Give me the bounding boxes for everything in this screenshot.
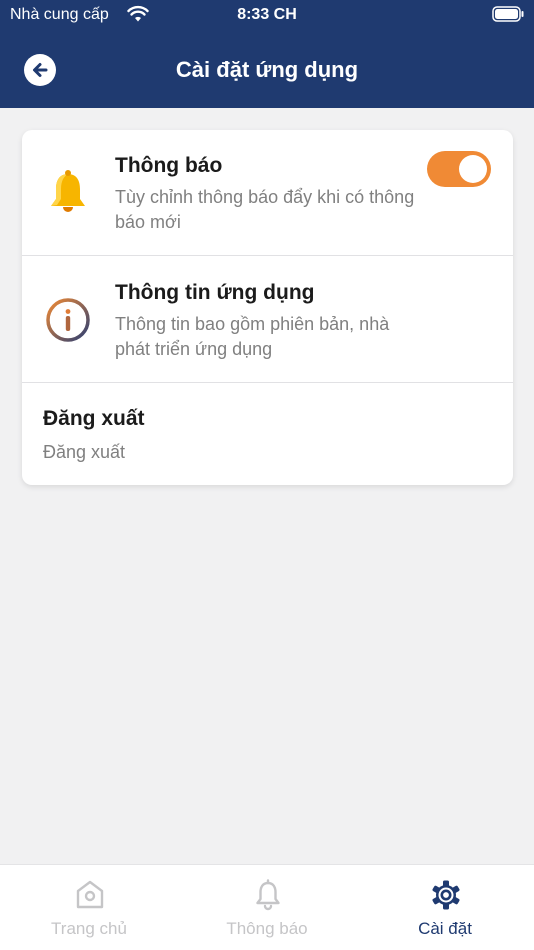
header: Nhà cung cấp 8:33 CH Cài đặt ứng dụng	[0, 0, 534, 108]
bell-icon	[51, 170, 85, 212]
status-bar: Nhà cung cấp 8:33 CH	[0, 0, 534, 30]
notification-description: Tùy chỉnh thông báo đẩy khi có thông báo…	[115, 187, 415, 232]
logout-description: Đăng xuất	[43, 442, 126, 462]
tab-settings[interactable]: Cài đặt	[356, 865, 534, 950]
tab-bar: Trang chủ Thông báo Cài đặt	[0, 864, 534, 950]
toggle-knob	[459, 155, 487, 183]
page-title: Cài đặt ứng dụng	[175, 57, 359, 82]
nav-bar: Cài đặt ứng dụng	[0, 40, 534, 100]
tab-home[interactable]: Trang chủ	[0, 865, 178, 950]
logout-title: Đăng xuất	[43, 407, 145, 430]
settings-item-notification[interactable]: Thông báo Tùy chỉnh thông báo đẩy khi có…	[22, 130, 513, 256]
notification-title: Thông báo	[115, 154, 223, 177]
settings-item-logout[interactable]: Đăng xuất Đăng xuất	[22, 383, 513, 485]
info-circle-icon	[46, 298, 90, 342]
settings-item-app-info[interactable]: Thông tin ứng dụng Thông tin bao gồm phi…	[22, 256, 513, 383]
app-info-description: Thông tin bao gồm phiên bản, nhà phát tr…	[115, 314, 390, 359]
app-info-title: Thông tin ứng dụng	[115, 281, 315, 304]
tab-notifications[interactable]: Thông báo	[178, 865, 356, 950]
status-time: 8:33 CH	[237, 6, 297, 23]
tab-settings-label: Cài đặt	[418, 919, 472, 938]
gear-icon	[432, 880, 460, 910]
battery-icon	[492, 6, 524, 22]
settings-screen: Nhà cung cấp 8:33 CH Cài đặt ứng dụng Th…	[0, 0, 534, 950]
bell-outline-icon	[256, 879, 280, 911]
tab-home-label: Trang chủ	[51, 919, 127, 938]
notification-toggle[interactable]	[427, 151, 491, 187]
tab-notifications-label: Thông báo	[226, 919, 308, 938]
home-icon	[76, 880, 104, 909]
settings-card: Thông báo Tùy chỉnh thông báo đẩy khi có…	[22, 130, 513, 485]
